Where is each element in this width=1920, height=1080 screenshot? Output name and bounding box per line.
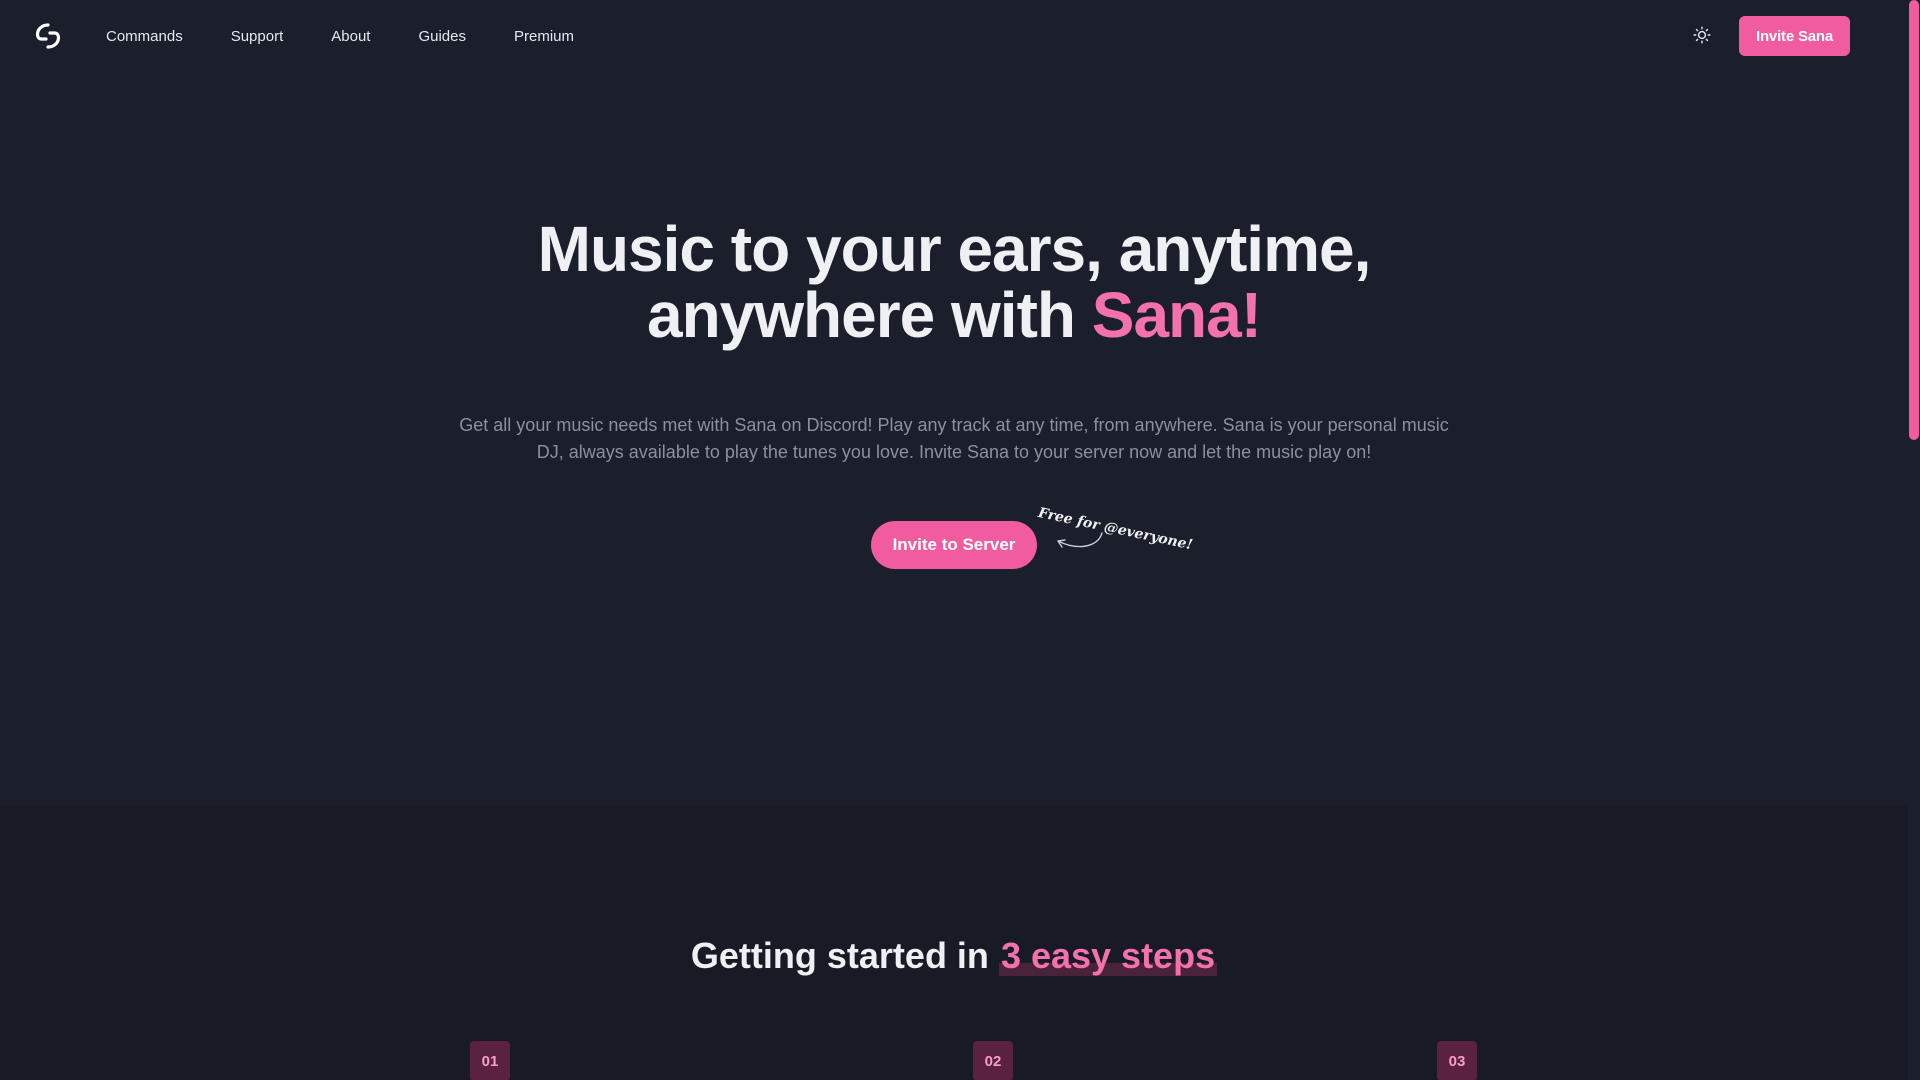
- hero-title-line1: Music to your ears, anytime,: [537, 213, 1372, 285]
- page-scrollbar[interactable]: [1908, 0, 1920, 1080]
- hero-section: Music to your ears, anytime, anywhere wi…: [0, 0, 1908, 805]
- hero-title: Music to your ears, anytime, anywhere wi…: [0, 216, 1908, 348]
- step-badge-1: 01: [470, 1041, 510, 1080]
- steps-title: Getting started in 3 easy steps: [0, 935, 1908, 977]
- free-note: Free for @everyone!: [1037, 505, 1194, 555]
- steps-title-accent: 3 easy steps: [998, 935, 1218, 976]
- page: Commands Support About Guides Premium In…: [0, 0, 1920, 1080]
- steps-title-prefix: Getting started in: [690, 935, 999, 976]
- hero-title-line2: anywhere with: [646, 279, 1092, 351]
- step-badge-3: 03: [1437, 1041, 1477, 1080]
- curved-arrow-icon: [1048, 527, 1108, 568]
- step-badge-2: 02: [973, 1041, 1013, 1080]
- hero-title-accent: Sana!: [1091, 279, 1262, 351]
- scrollbar-thumb[interactable]: [1909, 0, 1919, 440]
- hero-description: Get all your music needs met with Sana o…: [459, 415, 1449, 462]
- steps-section: Getting started in 3 easy steps 01 02 03: [0, 805, 1908, 1080]
- invite-to-server-button[interactable]: Invite to Server: [871, 521, 1037, 569]
